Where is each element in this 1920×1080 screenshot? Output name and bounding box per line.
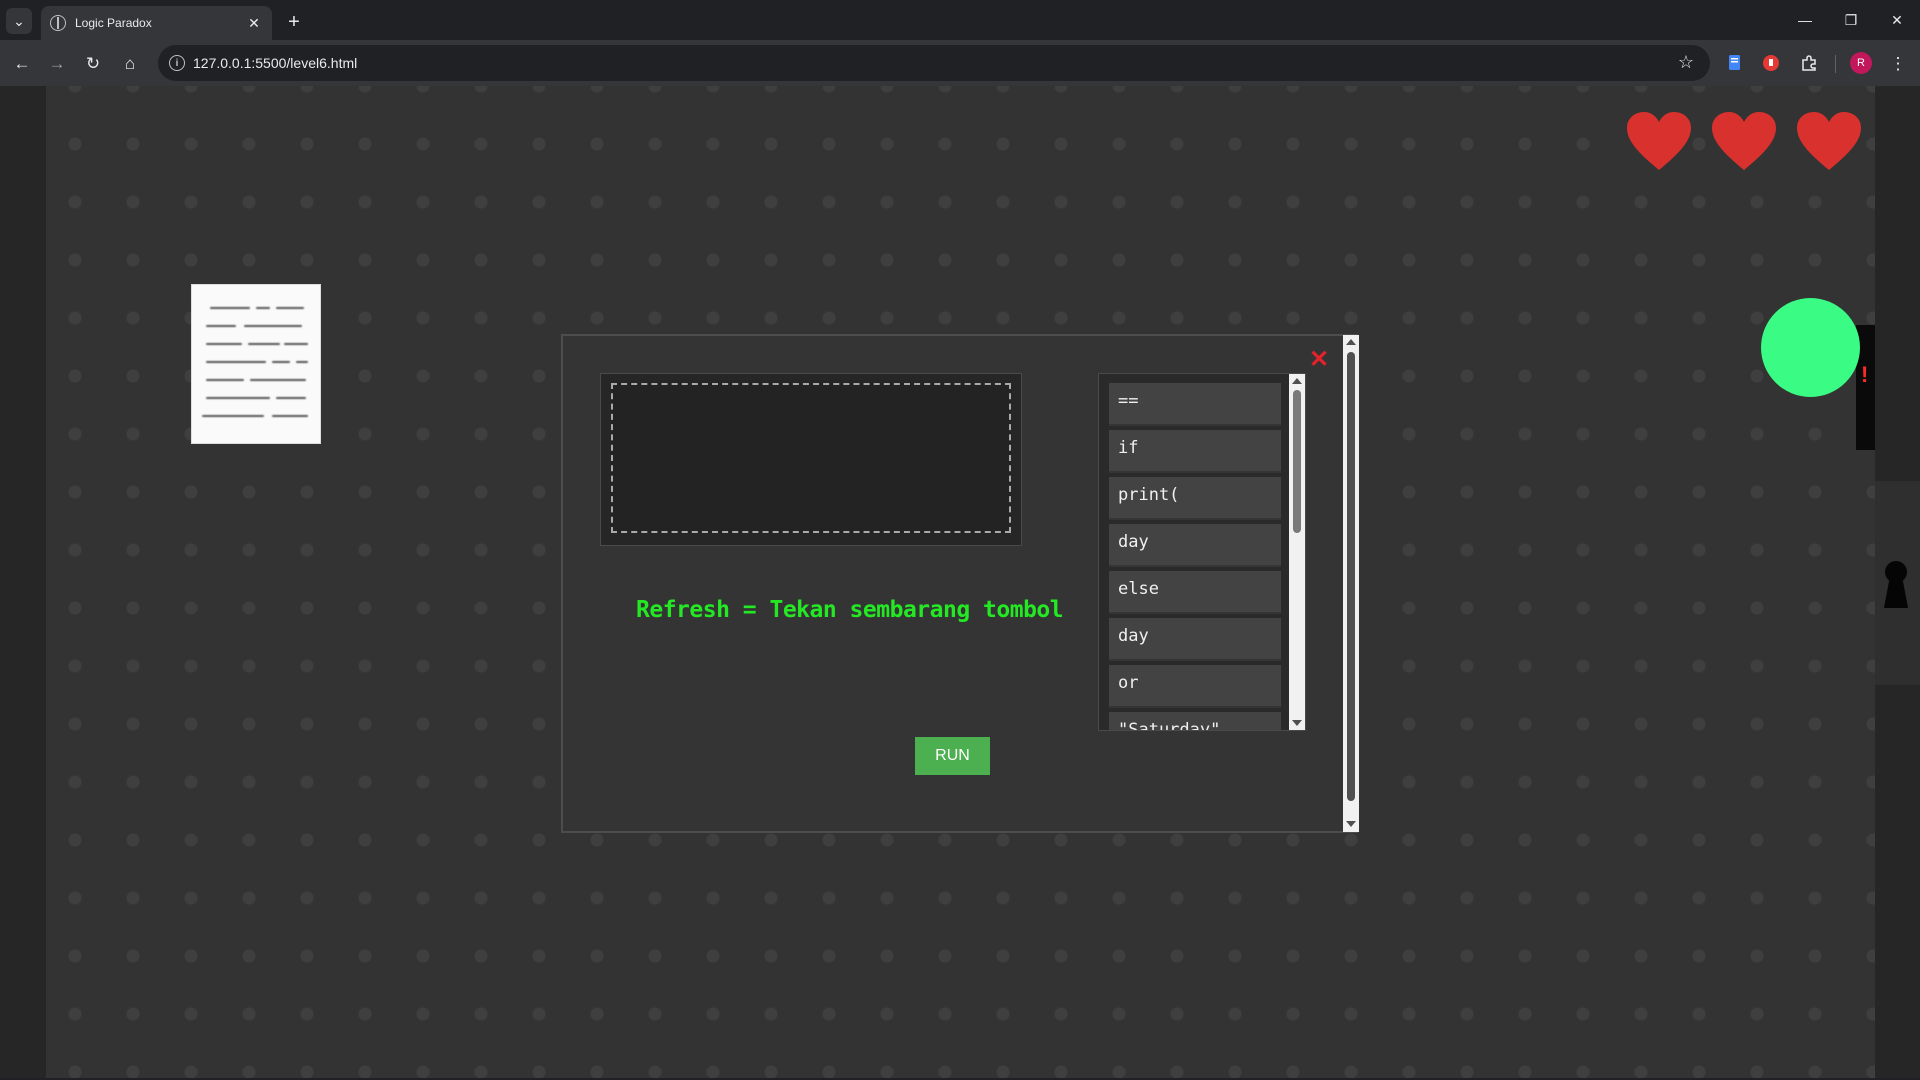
- url-text[interactable]: 127.0.0.1:5500/level6.html: [193, 55, 357, 71]
- token-block[interactable]: "Saturday": [1109, 712, 1281, 730]
- new-tab-button[interactable]: +: [282, 10, 306, 34]
- token-block[interactable]: print(: [1109, 477, 1281, 520]
- modal-scroll-thumb[interactable]: [1347, 352, 1355, 801]
- browser-tab-bar: ⌄ Logic Paradox ✕ + — ❐ ✕: [0, 0, 1920, 40]
- restore-button[interactable]: ❐: [1836, 8, 1866, 32]
- tab-search-button[interactable]: ⌄: [6, 8, 32, 34]
- extension-red-icon[interactable]: [1760, 52, 1782, 74]
- token-block[interactable]: else: [1109, 571, 1281, 614]
- browser-menu-button[interactable]: ⋮: [1884, 50, 1912, 78]
- reload-button[interactable]: ↻: [79, 50, 107, 78]
- keyhole-icon[interactable]: [1882, 560, 1910, 610]
- forward-button[interactable]: →: [43, 50, 71, 78]
- bookmark-star-icon[interactable]: ☆: [1678, 52, 1694, 73]
- back-button[interactable]: ←: [8, 50, 36, 78]
- scroll-down-arrow-icon[interactable]: [1292, 720, 1302, 726]
- code-drop-zone[interactable]: [611, 383, 1011, 533]
- scroll-down-arrow-icon[interactable]: [1346, 821, 1356, 827]
- tab-close-button[interactable]: ✕: [244, 13, 264, 33]
- token-block[interactable]: if: [1109, 430, 1281, 473]
- tab-title: Logic Paradox: [75, 16, 152, 30]
- alert-icon: !: [1861, 362, 1869, 387]
- extensions-puzzle-icon[interactable]: [1798, 52, 1820, 74]
- window-close-button[interactable]: ✕: [1882, 8, 1912, 32]
- minimize-button[interactable]: —: [1790, 8, 1820, 32]
- token-block[interactable]: day: [1109, 524, 1281, 567]
- site-info-icon[interactable]: i: [169, 55, 185, 71]
- address-bar[interactable]: i 127.0.0.1:5500/level6.html ☆: [158, 45, 1710, 81]
- token-list-scrollbar[interactable]: [1289, 374, 1305, 730]
- token-block[interactable]: ==: [1109, 383, 1281, 426]
- scroll-up-arrow-icon[interactable]: [1346, 339, 1356, 345]
- home-button[interactable]: ⌂: [116, 50, 144, 78]
- refresh-hint: Refresh = Tekan sembarang tombol: [636, 597, 1064, 623]
- profile-avatar[interactable]: R: [1850, 52, 1872, 74]
- green-orb[interactable]: [1761, 298, 1860, 397]
- scroll-up-arrow-icon[interactable]: [1292, 378, 1302, 384]
- token-list-scroll-thumb[interactable]: [1293, 390, 1301, 533]
- browser-tab[interactable]: Logic Paradox ✕: [41, 6, 272, 40]
- chevron-down-icon: ⌄: [13, 12, 25, 29]
- token-block[interactable]: or: [1109, 665, 1281, 708]
- token-block[interactable]: day: [1109, 618, 1281, 661]
- modal-close-button[interactable]: ✕: [1309, 348, 1329, 372]
- run-button[interactable]: RUN: [915, 737, 990, 775]
- left-wall: [0, 86, 46, 1078]
- toolbar-separator: [1835, 55, 1836, 73]
- lives-display: [1627, 112, 1861, 172]
- modal-scrollbar[interactable]: [1343, 335, 1359, 832]
- extension-docs-icon[interactable]: [1724, 52, 1746, 74]
- globe-icon: [50, 15, 66, 31]
- token-list: == if print( day else day or "Saturday": [1098, 373, 1306, 731]
- heart-icon: [1627, 112, 1691, 170]
- browser-toolbar: ← → ↻ ⌂ i 127.0.0.1:5500/level6.html ☆ R…: [0, 40, 1920, 86]
- heart-icon: [1797, 112, 1861, 170]
- heart-icon: [1712, 112, 1776, 170]
- note-paper[interactable]: [192, 285, 320, 443]
